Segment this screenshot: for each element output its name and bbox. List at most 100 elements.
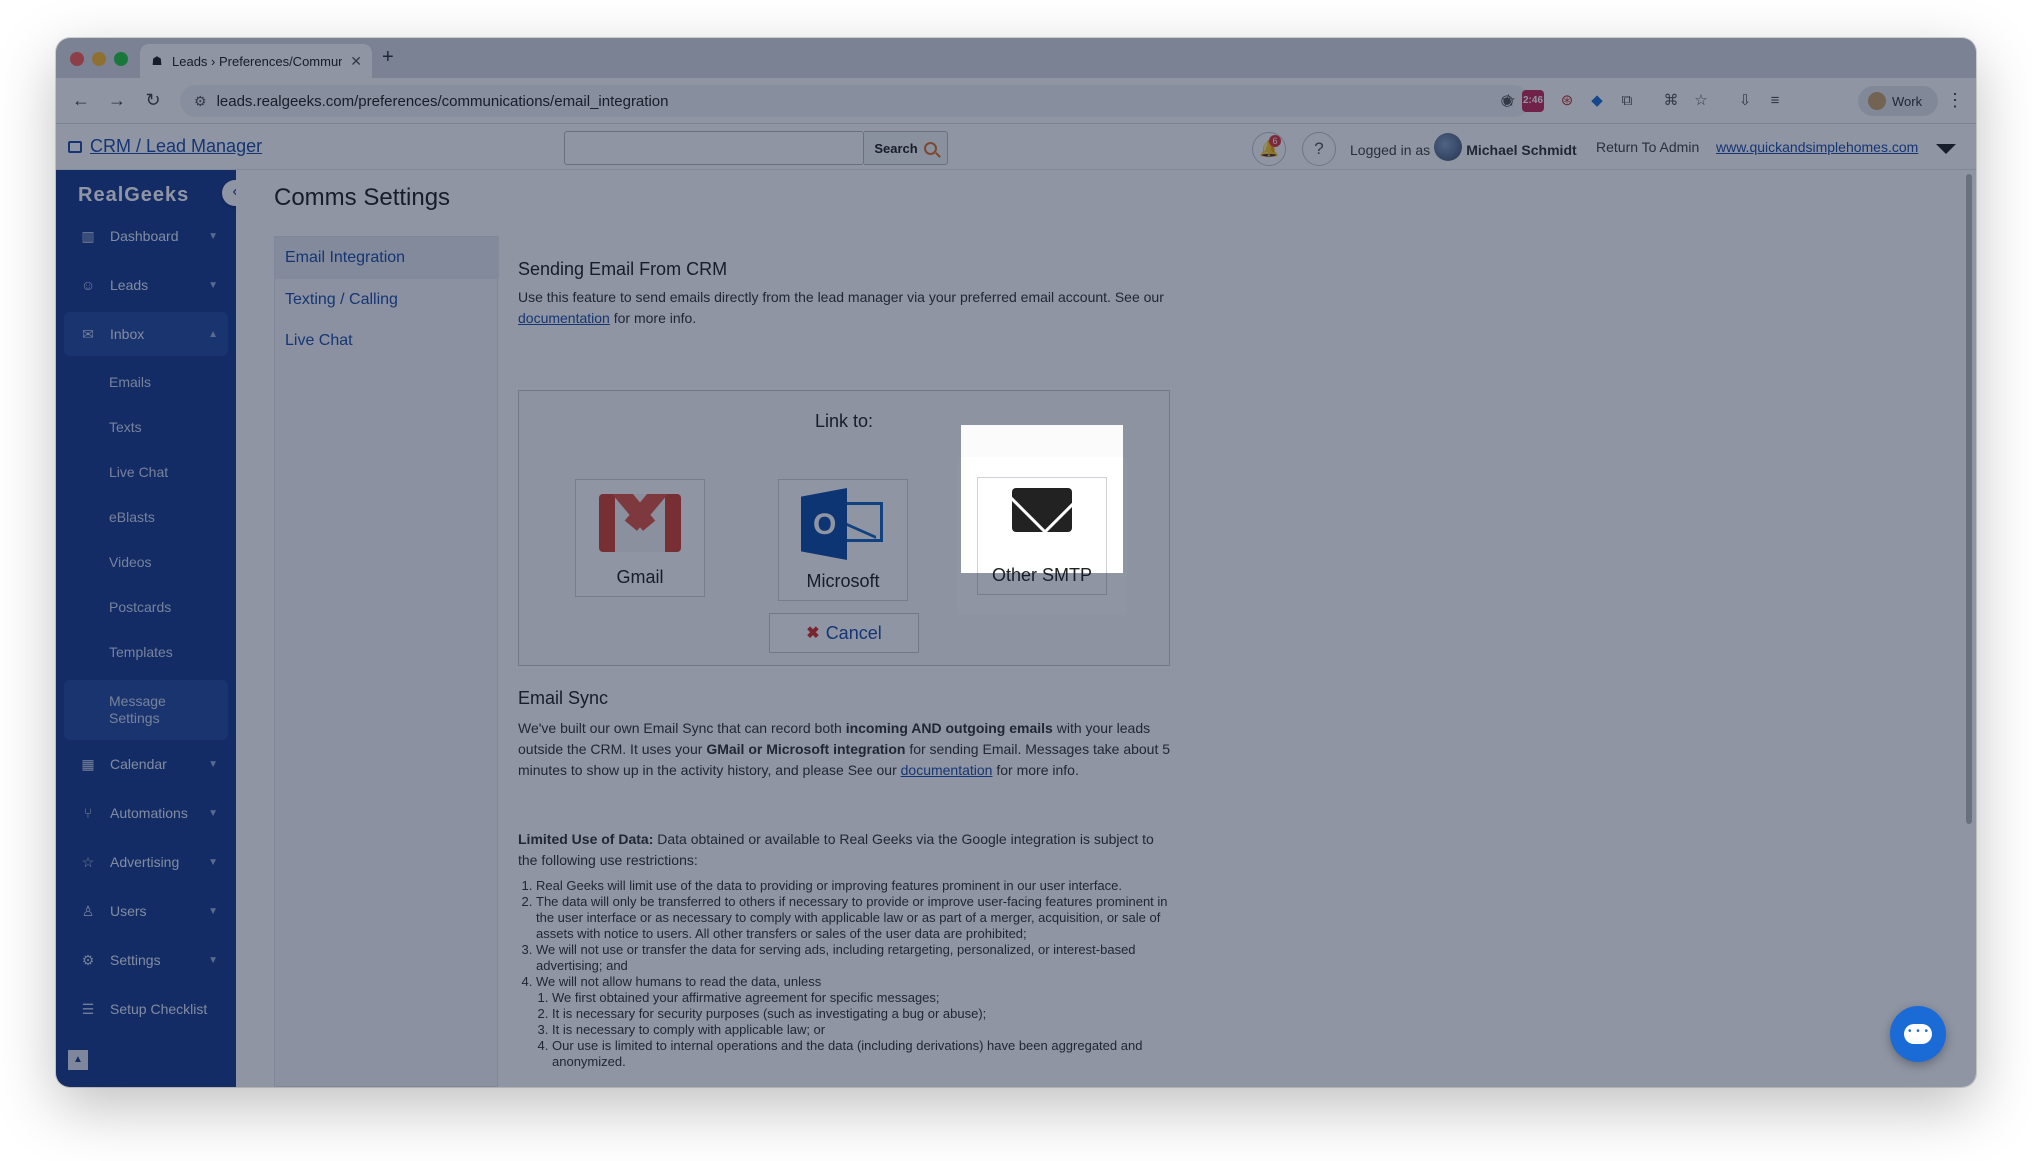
- sidebar-item-dashboard[interactable]: ▥ Dashboard ▼: [64, 214, 228, 258]
- sidebar-item-label: Dashboard: [110, 228, 179, 244]
- subnav-live-chat[interactable]: Live Chat: [275, 320, 499, 362]
- sidebar-item-label: Calendar: [110, 756, 167, 772]
- sync-documentation-link[interactable]: documentation: [901, 762, 993, 778]
- sidebar-sub-eblasts[interactable]: eBlasts: [64, 497, 228, 537]
- sync-text: for more info.: [992, 762, 1079, 778]
- envelope-icon: ✉: [82, 326, 94, 342]
- chat-icon: [1904, 1024, 1932, 1044]
- scrollbar-thumb[interactable]: [1966, 174, 1972, 824]
- page-scrollbar[interactable]: [1964, 170, 1974, 830]
- new-tab-icon[interactable]: +: [382, 46, 394, 69]
- puzzle-icon[interactable]: ⧉: [1616, 90, 1638, 112]
- sync-text-bold: incoming AND outgoing emails: [845, 720, 1053, 736]
- extension-icon[interactable]: ⊛: [1556, 90, 1578, 112]
- list-item: We will not use or transfer the data for…: [536, 942, 1170, 974]
- microsoft-option[interactable]: O Microsoft: [778, 479, 908, 601]
- bookmarks-icon[interactable]: ☆: [1690, 90, 1712, 112]
- main-content: Comms Settings Email Integration Texting…: [236, 170, 1976, 1087]
- sidebar-sub-live-chat[interactable]: Live Chat: [64, 452, 228, 492]
- user-avatar: [1434, 133, 1463, 161]
- browser-menu-icon[interactable]: ⋮: [1946, 90, 1964, 111]
- maximize-window-button[interactable]: [114, 52, 128, 66]
- subnav-email-integration[interactable]: Email Integration: [275, 237, 499, 279]
- site-link[interactable]: www.quickandsimplehomes.com: [1716, 139, 1918, 155]
- sidebar-item-automations[interactable]: ⑂ Automations ▼: [64, 791, 228, 835]
- other-smtp-option[interactable]: Other SMTP: [977, 477, 1107, 595]
- notifications-button[interactable]: 🔔 6: [1252, 132, 1286, 166]
- list-item-text: We will not allow humans to read the dat…: [536, 974, 822, 989]
- sidebar-sub-postcards[interactable]: Postcards: [64, 587, 228, 627]
- list-item: Real Geeks will limit use of the data to…: [536, 878, 1170, 894]
- chat-widget-button[interactable]: [1890, 1006, 1946, 1062]
- back-icon[interactable]: ←: [70, 90, 92, 111]
- minimize-window-button[interactable]: [92, 52, 106, 66]
- link-provider-box: Link to: Gmail O Microsoft Other SMTP ✖ …: [518, 390, 1170, 666]
- sending-email-title: Sending Email From CRM: [518, 259, 728, 279]
- sidebar-item-label: Users: [110, 903, 147, 919]
- search-button[interactable]: Search: [864, 131, 948, 165]
- sidebar-sub-templates[interactable]: Templates: [64, 632, 228, 672]
- x-icon: ✖: [806, 625, 820, 642]
- sidebar-item-users[interactable]: ♙ Users ▼: [64, 889, 228, 933]
- return-to-admin-link[interactable]: Return To Admin: [1596, 139, 1699, 155]
- reading-icon[interactable]: ⌘: [1660, 90, 1682, 112]
- timer-extension-icon[interactable]: 2:46: [1522, 90, 1544, 112]
- crm-link-label: CRM / Lead Manager: [90, 136, 263, 156]
- app-header: CRM / Lead Manager Search 🔔 6 ? Logged i…: [56, 124, 1976, 170]
- sidebar-item-calendar[interactable]: ▦ Calendar ▼: [64, 742, 228, 786]
- extension-icon[interactable]: ◆: [1586, 90, 1608, 112]
- calendar-icon: ▦: [81, 756, 95, 772]
- sidebar-item-label: Inbox: [110, 326, 145, 342]
- help-button[interactable]: ?: [1302, 132, 1336, 166]
- sidebar-sub-texts[interactable]: Texts: [64, 407, 228, 447]
- forward-icon[interactable]: →: [106, 90, 128, 111]
- link-to-heading: Link to:: [814, 411, 874, 431]
- chevron-down-icon: ▼: [208, 954, 218, 966]
- list-item: Our use is limited to internal operation…: [552, 1038, 1170, 1070]
- sidebar-sub-videos[interactable]: Videos: [64, 542, 228, 582]
- sending-email-description: Use this feature to send emails directly…: [518, 287, 1170, 329]
- download-icon[interactable]: ⇩: [1734, 90, 1756, 112]
- cancel-button[interactable]: ✖ Cancel: [769, 613, 919, 653]
- close-window-button[interactable]: [70, 52, 84, 66]
- sidebar-item-settings[interactable]: ⚙ Settings ▼: [64, 938, 228, 982]
- brand-logo: RealGeeks: [78, 184, 190, 206]
- sidebar-sub-message-settings[interactable]: Message Settings: [64, 680, 228, 740]
- cancel-label: Cancel: [825, 622, 882, 643]
- description-text: for more info.: [609, 310, 697, 326]
- gmail-option[interactable]: Gmail: [575, 479, 705, 597]
- search-input[interactable]: [564, 131, 864, 165]
- site-settings-icon[interactable]: ⚙: [194, 93, 207, 110]
- user-name: Michael Schmidt: [1466, 142, 1577, 158]
- logged-in-info: Logged in as Michael Schmidt: [1350, 133, 1577, 161]
- list-item: We will not allow humans to read the dat…: [536, 974, 1170, 1070]
- sidebar-item-setup-checklist[interactable]: ☰ Setup Checklist: [64, 987, 228, 1031]
- gmail-label: Gmail: [616, 567, 664, 587]
- sidebar-item-leads[interactable]: ☺ Leads ▼: [64, 263, 228, 307]
- sidebar-item-advertising[interactable]: ☆ Advertising ▼: [64, 840, 228, 884]
- browser-tab[interactable]: ☗ Leads › Preferences/Commun ✕: [140, 44, 372, 78]
- crm-lead-manager-link[interactable]: CRM / Lead Manager: [68, 136, 262, 157]
- email-sync-description: We've built our own Email Sync that can …: [518, 718, 1174, 781]
- extension-icon[interactable]: ◉: [1496, 90, 1518, 112]
- sidebar-sub-emails[interactable]: Emails: [64, 362, 228, 402]
- sidebar-item-label: Automations: [110, 805, 188, 821]
- chevron-down-icon: ▼: [208, 856, 218, 868]
- profile-button[interactable]: Work: [1858, 86, 1938, 116]
- browser-toolbar: ← → ↻ ⚙ leads.realgeeks.com/preferences/…: [56, 78, 1976, 124]
- address-bar[interactable]: ⚙ leads.realgeeks.com/preferences/commun…: [180, 85, 1530, 117]
- reload-icon[interactable]: ↻: [142, 90, 164, 111]
- scroll-up-icon[interactable]: ▲: [68, 1050, 88, 1070]
- profile-label: Work: [1892, 93, 1923, 109]
- gmail-icon: [599, 494, 681, 552]
- page-title: Comms Settings: [274, 184, 451, 211]
- browser-window: ☗ Leads › Preferences/Commun ✕ + ← → ↻ ⚙…: [56, 38, 1976, 1087]
- outlook-icon: O: [801, 488, 885, 560]
- documentation-link[interactable]: documentation: [518, 310, 610, 326]
- site-dropdown-caret-icon[interactable]: [1936, 144, 1956, 154]
- media-icon[interactable]: ≡: [1764, 90, 1786, 112]
- subnav-texting-calling[interactable]: Texting / Calling: [275, 279, 499, 321]
- list-item: It is necessary to comply with applicabl…: [552, 1022, 1170, 1038]
- sidebar-item-inbox[interactable]: ✉ Inbox ▲: [64, 312, 228, 356]
- close-tab-icon[interactable]: ✕: [350, 53, 362, 70]
